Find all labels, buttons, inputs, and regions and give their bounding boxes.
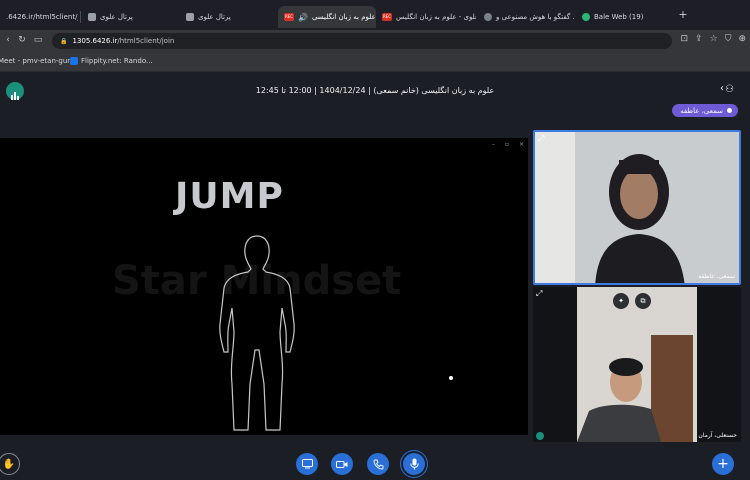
bookmark-flippity[interactable]: Flippity.net: Rando... xyxy=(70,57,153,65)
picture-in-picture-button[interactable]: ⧉ xyxy=(635,293,651,309)
bookmark-label: Flippity.net: Rando... xyxy=(81,57,153,65)
slide-headline: JUMP xyxy=(175,176,284,217)
microphone-icon xyxy=(409,458,419,470)
tab-portal-2[interactable]: پرتال علوی xyxy=(180,6,272,28)
silhouette-figure xyxy=(219,235,295,431)
maximize-icon[interactable]: ▫ xyxy=(505,141,509,148)
screen-share-button[interactable] xyxy=(296,453,318,475)
tab-meeting-client[interactable]: .6426.ir/html5client/joi xyxy=(0,6,78,28)
url-host: 1305.6426.ir xyxy=(72,37,118,45)
participant-name: سمعی، عاطفه xyxy=(698,273,735,280)
screen-share-icon xyxy=(301,459,313,469)
tab-bale[interactable]: Bale Web (19) xyxy=(576,6,666,28)
app-logo[interactable] xyxy=(6,82,24,100)
tab-search-icon[interactable]: ▭ xyxy=(32,35,44,45)
student-video xyxy=(533,287,741,442)
tab-label: .6426.ir/html5client/joi xyxy=(6,13,78,21)
tab-label: علوی - علوم به زبان انگلیسی xyxy=(311,13,376,21)
address-bar[interactable]: 🔒 1305.6426.ir /html5client/join xyxy=(52,33,672,49)
url-path: /html5client/join xyxy=(117,37,175,45)
presenter-badge[interactable]: سمعی، عاطفه xyxy=(672,104,738,117)
page-icon xyxy=(186,13,194,21)
mic-status-icon xyxy=(536,432,544,440)
expand-icon[interactable]: ⤢ xyxy=(536,289,542,299)
bookmarks-bar: Meet - pmv-etan-gur Flippity.net: Rando.… xyxy=(0,52,750,72)
tab-separator xyxy=(80,11,81,23)
screen-share-view[interactable]: – ▫ × Star Mindset JUMP xyxy=(0,138,528,435)
page-icon xyxy=(88,13,96,21)
browser-toolbar: ‹ ↻ ▭ 🔒 1305.6426.ir /html5client/join ⊡… xyxy=(0,30,750,52)
close-icon[interactable]: × xyxy=(519,141,524,148)
reload-icon[interactable]: ↻ xyxy=(16,35,28,45)
browser-window: .6426.ir/html5client/joi پرتال علوی پرتا… xyxy=(0,0,750,480)
speaker-icon[interactable]: 🔊 xyxy=(298,13,308,22)
extensions-icon[interactable]: ⊕ xyxy=(738,34,746,44)
recording-icon: REC xyxy=(284,13,294,21)
tab-label: گفتگو با هوش مصنوعی و ... xyxy=(496,13,574,21)
participant-label: حسنعلی، آرمان xyxy=(698,432,737,439)
video-tile-student[interactable]: ⤢ ✦ ⧉ حسنعلی، آرمان xyxy=(533,287,741,442)
participant-label: سمعی، عاطفه xyxy=(698,273,735,280)
presenter-name: سمعی، عاطفه xyxy=(680,106,723,115)
hand-icon: ✋ xyxy=(2,458,16,470)
tab-class-2[interactable]: REC علوی - علوم به زبان انگلیس xyxy=(376,6,476,28)
camera-button[interactable] xyxy=(331,453,353,475)
user-icon[interactable]: ⚇ xyxy=(725,84,734,95)
pin-button[interactable]: ✦ xyxy=(613,293,629,309)
share-icon[interactable]: ⇪ xyxy=(695,34,703,44)
bale-icon xyxy=(582,13,590,21)
screenshot-icon[interactable]: ⊡ xyxy=(681,34,689,44)
actions-add-button[interactable]: + xyxy=(712,453,734,475)
ai-chat-icon xyxy=(484,13,492,21)
bookmark-star-icon[interactable]: ☆ xyxy=(710,34,718,44)
flippity-icon xyxy=(70,57,78,65)
meeting-app: علوم به زبان انگلیسی (خانم سمعی) | 1404/… xyxy=(0,73,750,480)
tab-strip: .6426.ir/html5client/joi پرتال علوی پرتا… xyxy=(0,0,750,30)
participant-name: حسنعلی، آرمان xyxy=(698,432,737,439)
new-tab-button[interactable]: + xyxy=(676,8,690,22)
tab-portal-1[interactable]: پرتال علوی xyxy=(82,6,174,28)
tab-label: علوی - علوم به زبان انگلیس xyxy=(396,13,476,21)
microphone-button[interactable] xyxy=(403,453,425,475)
tab-ai-chat[interactable]: گفتگو با هوش مصنوعی و ... xyxy=(478,6,574,28)
chevron-left-icon[interactable]: ‹ xyxy=(720,83,724,94)
tab-label: پرتال علوی xyxy=(100,13,133,21)
expand-icon[interactable]: ⤢ xyxy=(538,134,544,144)
tab-label: Bale Web (19) xyxy=(594,13,644,21)
toolbar-actions: ⊡ ⇪ ☆ ⛉ ⊕ xyxy=(681,34,746,44)
pointer-dot xyxy=(449,376,453,380)
video-tile-presenter[interactable]: ⤢ سمعی، عاطفه xyxy=(533,130,741,285)
audio-call-button[interactable] xyxy=(367,453,389,475)
lock-icon: 🔒 xyxy=(60,37,68,45)
meeting-title: علوم به زبان انگلیسی (خانم سمعی) | 1404/… xyxy=(255,86,495,95)
camera-icon xyxy=(336,460,348,468)
minimize-icon[interactable]: – xyxy=(492,141,495,148)
tab-class-active[interactable]: REC 🔊 علوی - علوم به زبان انگلیسی xyxy=(278,6,376,28)
back-icon[interactable]: ‹ xyxy=(2,35,14,45)
shield-icon[interactable]: ⛉ xyxy=(725,34,732,44)
phone-icon xyxy=(373,459,383,469)
recording-icon: REC xyxy=(382,13,392,21)
bookmark-label: Meet - pmv-etan-gur xyxy=(0,57,71,65)
window-controls: – ▫ × xyxy=(492,141,524,148)
presenter-video xyxy=(535,132,739,283)
raise-hand-button[interactable]: ✋ xyxy=(0,453,20,475)
presenter-status-icon xyxy=(727,108,732,113)
bookmark-meet[interactable]: Meet - pmv-etan-gur xyxy=(0,57,70,65)
tab-label: پرتال علوی xyxy=(198,13,231,21)
